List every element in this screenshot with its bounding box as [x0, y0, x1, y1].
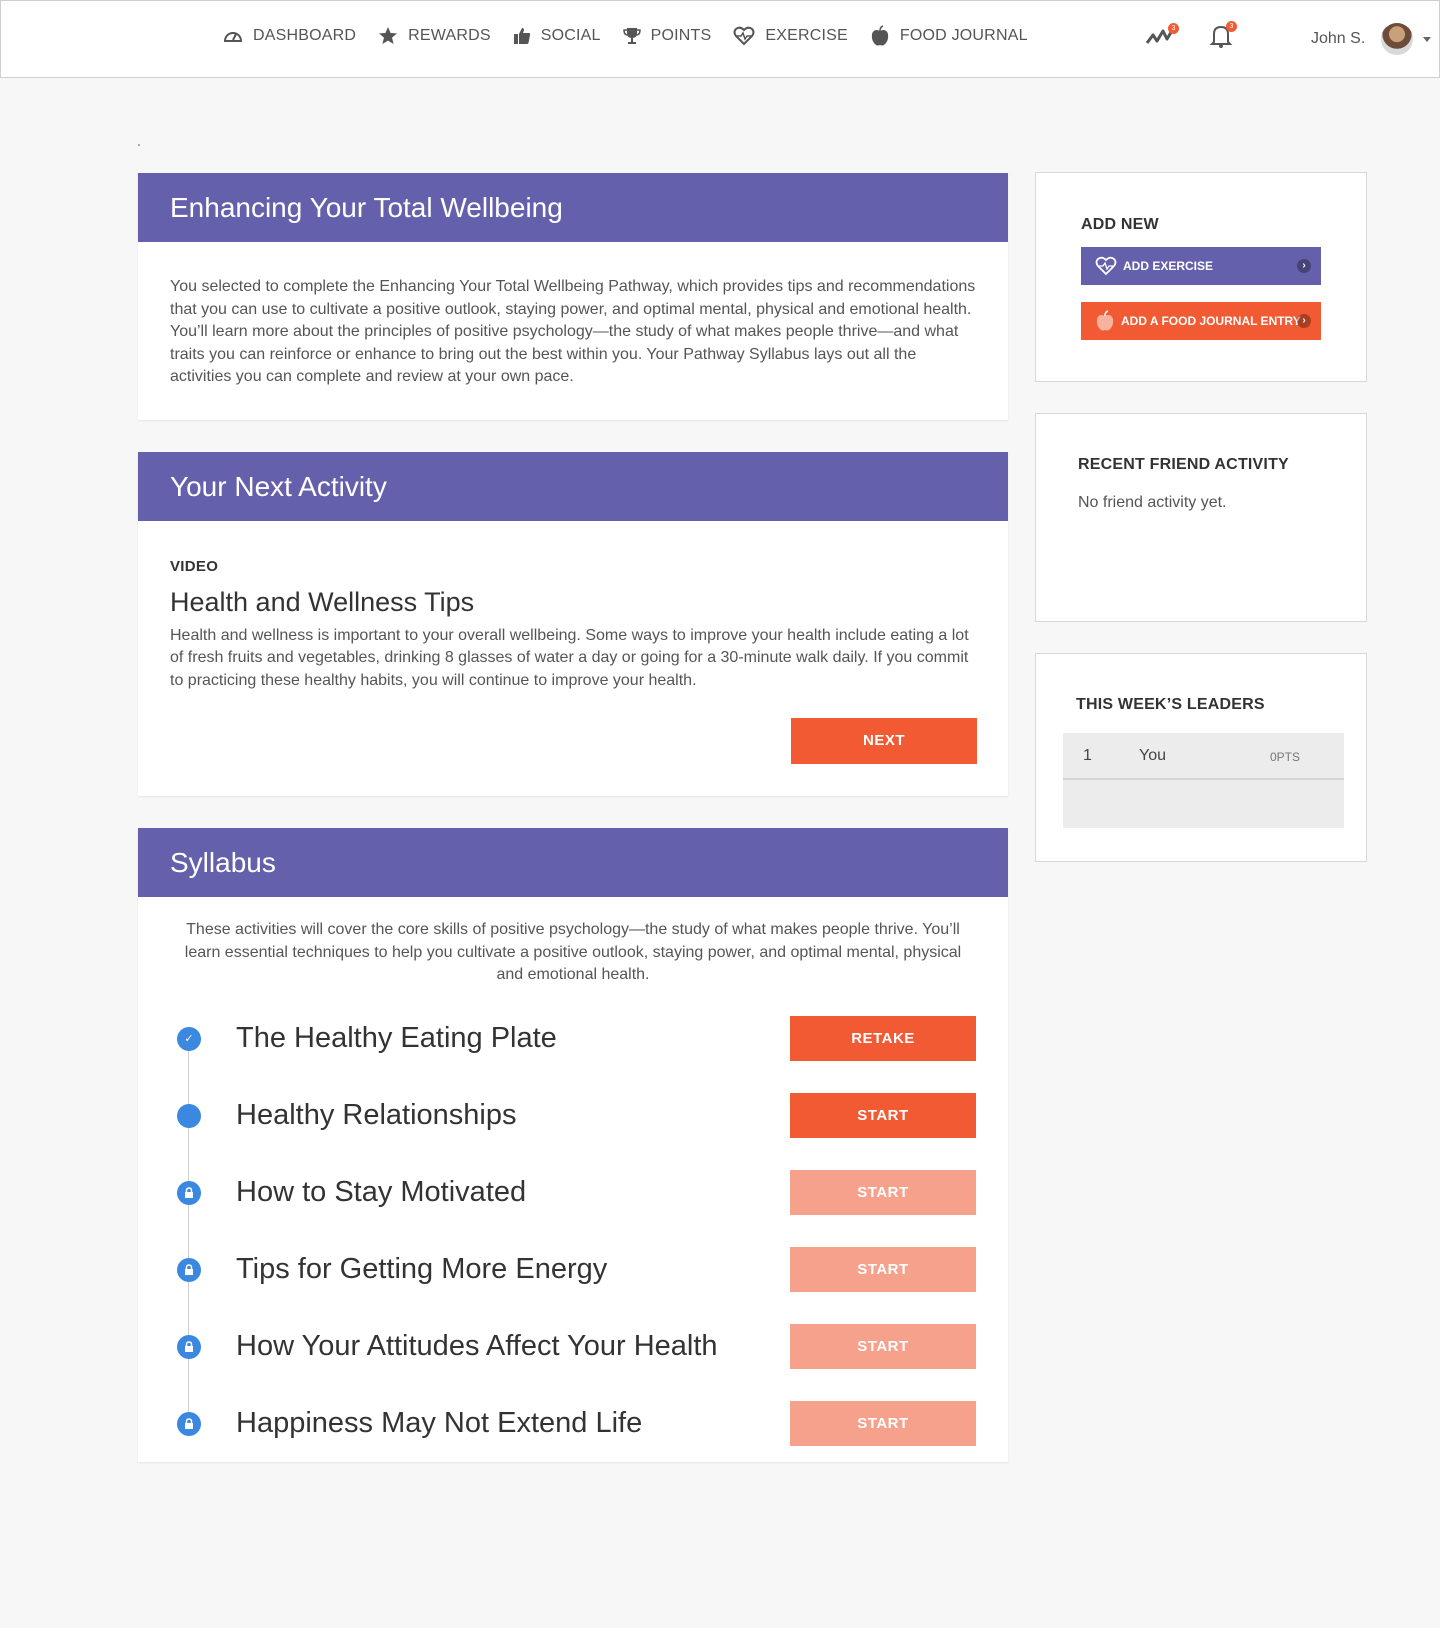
friend-activity-title: RECENT FRIEND ACTIVITY: [1078, 456, 1289, 473]
activity-description: Health and wellness is important to your…: [170, 626, 969, 689]
leader-points: 0PTS: [1269, 750, 1300, 764]
nav-rewards[interactable]: REWARDS: [378, 26, 491, 46]
nav-food-journal[interactable]: FOOD JOURNAL: [870, 25, 1028, 47]
top-navigation-bar: DASHBOARD REWARDS SOCIAL POINTS EXERCISE…: [0, 0, 1440, 78]
trophy-icon: [622, 28, 641, 44]
syllabus-heading: Syllabus: [138, 828, 1008, 897]
leader-name: You: [1139, 747, 1166, 764]
syllabus-item-title: How to Stay Motivated: [236, 1176, 527, 1208]
syllabus-item-title: Happiness May Not Extend Life: [236, 1407, 643, 1439]
dashboard-icon: [223, 32, 243, 42]
decorative-dot: [138, 144, 140, 146]
notifications-button[interactable]: 3: [1209, 21, 1237, 54]
pathway-intro-card: Enhancing Your Total Wellbeing You selec…: [138, 173, 1008, 420]
add-exercise-button[interactable]: ADD EXERCISE ›: [1081, 247, 1321, 285]
start-button[interactable]: START: [790, 1093, 976, 1138]
nav-exercise-label: EXERCISE: [765, 27, 848, 44]
syllabus-item-title: Tips for Getting More Energy: [236, 1253, 608, 1285]
add-new-panel: ADD NEW ADD EXERCISE › ADD A FOOD JOURNA…: [1035, 172, 1367, 382]
friend-activity-panel: RECENT FRIEND ACTIVITY No friend activit…: [1035, 413, 1367, 622]
nav-dashboard[interactable]: DASHBOARD: [223, 27, 356, 45]
user-name: John S.: [1311, 30, 1366, 47]
next-activity-body: VIDEO Health and Wellness Tips Health an…: [138, 521, 1008, 692]
lock-icon: [177, 1412, 201, 1436]
star-icon: [379, 27, 398, 44]
lock-icon: [177, 1335, 201, 1359]
nav-social-label: SOCIAL: [540, 27, 601, 44]
syllabus-item: Healthy Relationships START: [138, 1093, 1008, 1138]
chevron-right-icon: ›: [1297, 314, 1311, 328]
start-button[interactable]: START: [790, 1170, 976, 1215]
syllabus-item: How to Stay Motivated START: [138, 1170, 1008, 1215]
chevron-down-icon: [1423, 36, 1432, 42]
apple-icon: [871, 25, 889, 46]
syllabus-item-title: How Your Attitudes Affect Your Health: [236, 1330, 718, 1362]
chevron-right-icon: ›: [1297, 259, 1311, 273]
syllabus-card: Syllabus These activities will cover the…: [138, 828, 1008, 1462]
activity-button[interactable]: 3: [1145, 23, 1179, 52]
nav-exercise[interactable]: EXERCISE: [733, 26, 848, 46]
lock-icon: [177, 1258, 201, 1282]
syllabus-item: ✓ The Healthy Eating Plate RETAKE: [138, 1016, 1008, 1061]
activity-title: Health and Wellness Tips: [170, 586, 475, 617]
main-nav: DASHBOARD REWARDS SOCIAL POINTS EXERCISE…: [223, 25, 1050, 47]
nav-points[interactable]: POINTS: [622, 27, 712, 45]
nav-food-journal-label: FOOD JOURNAL: [899, 27, 1028, 44]
nav-rewards-label: REWARDS: [408, 27, 491, 44]
syllabus-intro: These activities will cover the core ski…: [184, 921, 962, 983]
syllabus-item-title: Healthy Relationships: [236, 1099, 517, 1131]
leaders-title: THIS WEEK’S LEADERS: [1076, 696, 1265, 713]
lock-icon: [177, 1181, 201, 1205]
apple-icon: [1096, 310, 1114, 331]
syllabus-item-title: The Healthy Eating Plate: [236, 1022, 557, 1054]
add-food-journal-button[interactable]: ADD A FOOD JOURNAL ENTRY ›: [1081, 302, 1321, 340]
syllabus-item: Happiness May Not Extend Life START: [138, 1401, 1008, 1446]
avatar: [1381, 23, 1414, 55]
activity-type: VIDEO: [170, 558, 219, 575]
user-menu[interactable]: John S.: [1311, 23, 1432, 55]
add-new-title: ADD NEW: [1081, 216, 1159, 233]
heartbeat-icon: [1095, 256, 1117, 276]
syllabus-item: How Your Attitudes Affect Your Health ST…: [138, 1324, 1008, 1369]
start-button[interactable]: START: [790, 1324, 976, 1369]
nav-social[interactable]: SOCIAL: [513, 27, 601, 45]
start-button[interactable]: START: [790, 1247, 976, 1292]
nav-dashboard-label: DASHBOARD: [253, 27, 357, 44]
pathway-title: Enhancing Your Total Wellbeing: [138, 173, 1008, 242]
nav-utility-icons: 3 3: [1145, 21, 1267, 54]
thumbs-up-icon: [513, 28, 530, 44]
activity-badge: 3: [1168, 23, 1179, 34]
leaders-panel: THIS WEEK’S LEADERS 1 You 0PTS: [1035, 653, 1367, 862]
leaders-table: 1 You 0PTS: [1063, 733, 1344, 828]
friend-activity-empty: No friend activity yet.: [1078, 494, 1227, 511]
start-button[interactable]: START: [790, 1401, 976, 1446]
nav-points-label: POINTS: [650, 27, 712, 44]
add-food-journal-label: ADD A FOOD JOURNAL ENTRY: [1121, 314, 1301, 328]
pathway-description: You selected to complete the Enhancing Y…: [170, 278, 976, 385]
add-exercise-label: ADD EXERCISE: [1123, 259, 1214, 273]
check-icon: ✓: [177, 1027, 201, 1051]
next-activity-card: Your Next Activity VIDEO Health and Well…: [138, 452, 1008, 796]
retake-button[interactable]: RETAKE: [790, 1016, 976, 1061]
next-activity-heading: Your Next Activity: [138, 452, 1008, 521]
leader-rank: 1: [1083, 747, 1092, 764]
current-step-icon: [177, 1104, 201, 1128]
table-row: 1 You 0PTS: [1063, 733, 1344, 780]
next-button[interactable]: NEXT: [791, 718, 977, 764]
heartbeat-icon: [733, 26, 755, 46]
notification-badge: 3: [1226, 21, 1237, 32]
syllabus-item: Tips for Getting More Energy START: [138, 1247, 1008, 1292]
